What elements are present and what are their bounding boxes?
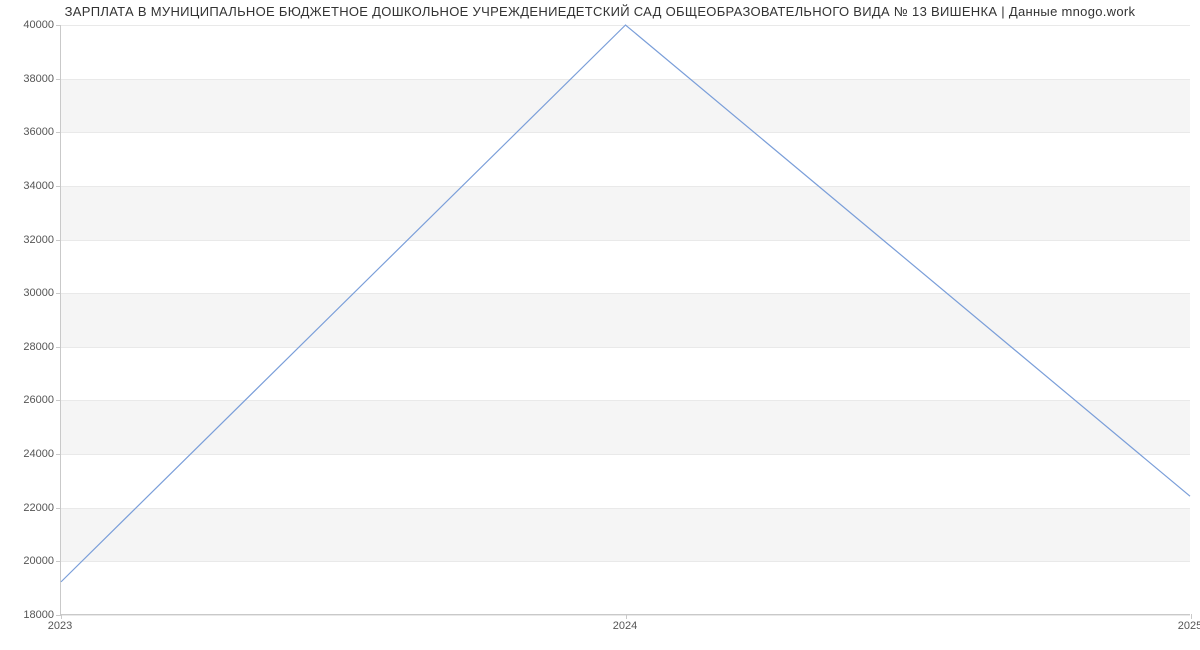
- y-tick-label: 18000: [4, 609, 54, 621]
- y-tick-label: 24000: [4, 448, 54, 460]
- y-tick-mark: [56, 293, 61, 294]
- y-tick-label: 28000: [4, 341, 54, 353]
- x-tick-mark: [1191, 614, 1192, 619]
- chart-container: ЗАРПЛАТА В МУНИЦИПАЛЬНОЕ БЮДЖЕТНОЕ ДОШКО…: [0, 0, 1200, 650]
- y-tick-mark: [56, 132, 61, 133]
- y-tick-mark: [56, 79, 61, 80]
- y-tick-label: 38000: [4, 73, 54, 85]
- y-tick-label: 30000: [4, 287, 54, 299]
- y-tick-mark: [56, 347, 61, 348]
- line-series-layer: [61, 25, 1190, 614]
- y-tick-label: 36000: [4, 126, 54, 138]
- y-tick-label: 20000: [4, 555, 54, 567]
- x-tick-label: 2025: [1178, 620, 1200, 632]
- y-tick-mark: [56, 186, 61, 187]
- y-tick-mark: [56, 240, 61, 241]
- chart-title: ЗАРПЛАТА В МУНИЦИПАЛЬНОЕ БЮДЖЕТНОЕ ДОШКО…: [0, 4, 1200, 19]
- x-tick-mark: [626, 614, 627, 619]
- plot-area: [60, 25, 1190, 615]
- y-tick-mark: [56, 454, 61, 455]
- y-tick-mark: [56, 400, 61, 401]
- x-tick-mark: [61, 614, 62, 619]
- y-tick-label: 40000: [4, 19, 54, 31]
- y-tick-mark: [56, 561, 61, 562]
- y-tick-label: 34000: [4, 180, 54, 192]
- series-line: [61, 25, 1190, 582]
- y-tick-label: 22000: [4, 502, 54, 514]
- x-tick-label: 2024: [613, 620, 637, 632]
- y-tick-label: 32000: [4, 234, 54, 246]
- y-tick-mark: [56, 508, 61, 509]
- x-tick-label: 2023: [48, 620, 72, 632]
- y-tick-mark: [56, 25, 61, 26]
- y-tick-label: 26000: [4, 394, 54, 406]
